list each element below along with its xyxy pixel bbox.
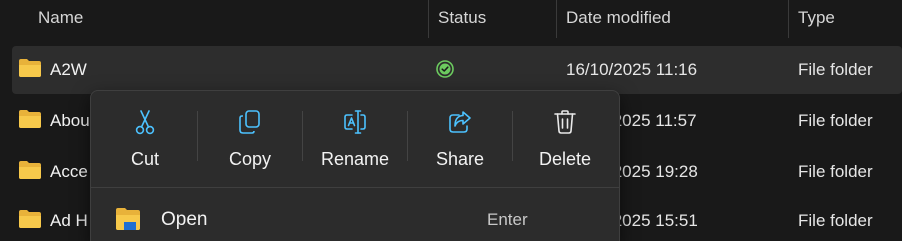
- menu-item-shortcut: Enter: [487, 210, 528, 229]
- column-type[interactable]: Type: [788, 0, 902, 38]
- menu-divider: [91, 187, 619, 188]
- column-date[interactable]: Date modified: [556, 0, 788, 38]
- file-date: /2025 19:28: [608, 162, 698, 181]
- menu-item-open[interactable]: Open Enter: [91, 197, 619, 241]
- file-type: File folder: [798, 111, 873, 130]
- column-status[interactable]: Status: [428, 0, 556, 38]
- share-label: Share: [435, 149, 485, 169]
- rename-button[interactable]: Rename: [303, 91, 407, 187]
- scissors-icon: [135, 110, 155, 135]
- column-date-label: Date modified: [566, 8, 671, 27]
- file-date: 16/10/2025 11:16: [566, 60, 698, 79]
- file-type: File folder: [798, 162, 873, 181]
- file-name: A2W: [50, 60, 87, 79]
- delete-button[interactable]: Delete: [513, 91, 617, 187]
- cut-label: Cut: [130, 149, 159, 169]
- file-date: /2025 11:57: [608, 111, 697, 130]
- rename-label: Rename: [320, 149, 390, 169]
- menu-item-label: Open: [161, 209, 208, 230]
- folder-icon: [19, 59, 41, 77]
- sort-caret-icon: ⌃: [222, 0, 232, 6]
- file-row[interactable]: A2W 16/10/2025 11:16 File folder: [12, 46, 902, 94]
- context-menu: Cut Copy Rename Share Delete Open Enter: [90, 90, 620, 241]
- copy-label: Copy: [228, 149, 272, 169]
- copy-icon: [239, 110, 260, 134]
- file-name: Ad H: [50, 211, 88, 230]
- rename-icon: [344, 110, 366, 134]
- delete-label: Delete: [538, 149, 592, 169]
- open-folder-icon: [116, 208, 140, 230]
- file-name: Abou: [50, 111, 90, 130]
- synced-check-icon: [436, 60, 454, 78]
- column-status-label: Status: [438, 8, 487, 27]
- share-button[interactable]: Share: [408, 91, 512, 187]
- context-menu-action-bar: Cut Copy Rename Share Delete: [91, 91, 619, 187]
- copy-button[interactable]: Copy: [198, 91, 302, 187]
- folder-icon: [19, 161, 41, 179]
- column-type-label: Type: [798, 8, 835, 27]
- column-name-label: Name: [38, 8, 84, 27]
- file-type: File folder: [798, 211, 873, 230]
- file-type: File folder: [798, 60, 873, 79]
- column-header: Name ⌃ Status Date modified Type: [0, 0, 902, 38]
- file-name: Acce: [50, 162, 88, 181]
- folder-icon: [19, 110, 41, 128]
- cut-button[interactable]: Cut: [93, 91, 197, 187]
- trash-icon: [554, 110, 576, 134]
- file-date: /2025 15:51: [608, 211, 698, 230]
- folder-icon: [19, 210, 41, 228]
- share-icon: [449, 111, 471, 133]
